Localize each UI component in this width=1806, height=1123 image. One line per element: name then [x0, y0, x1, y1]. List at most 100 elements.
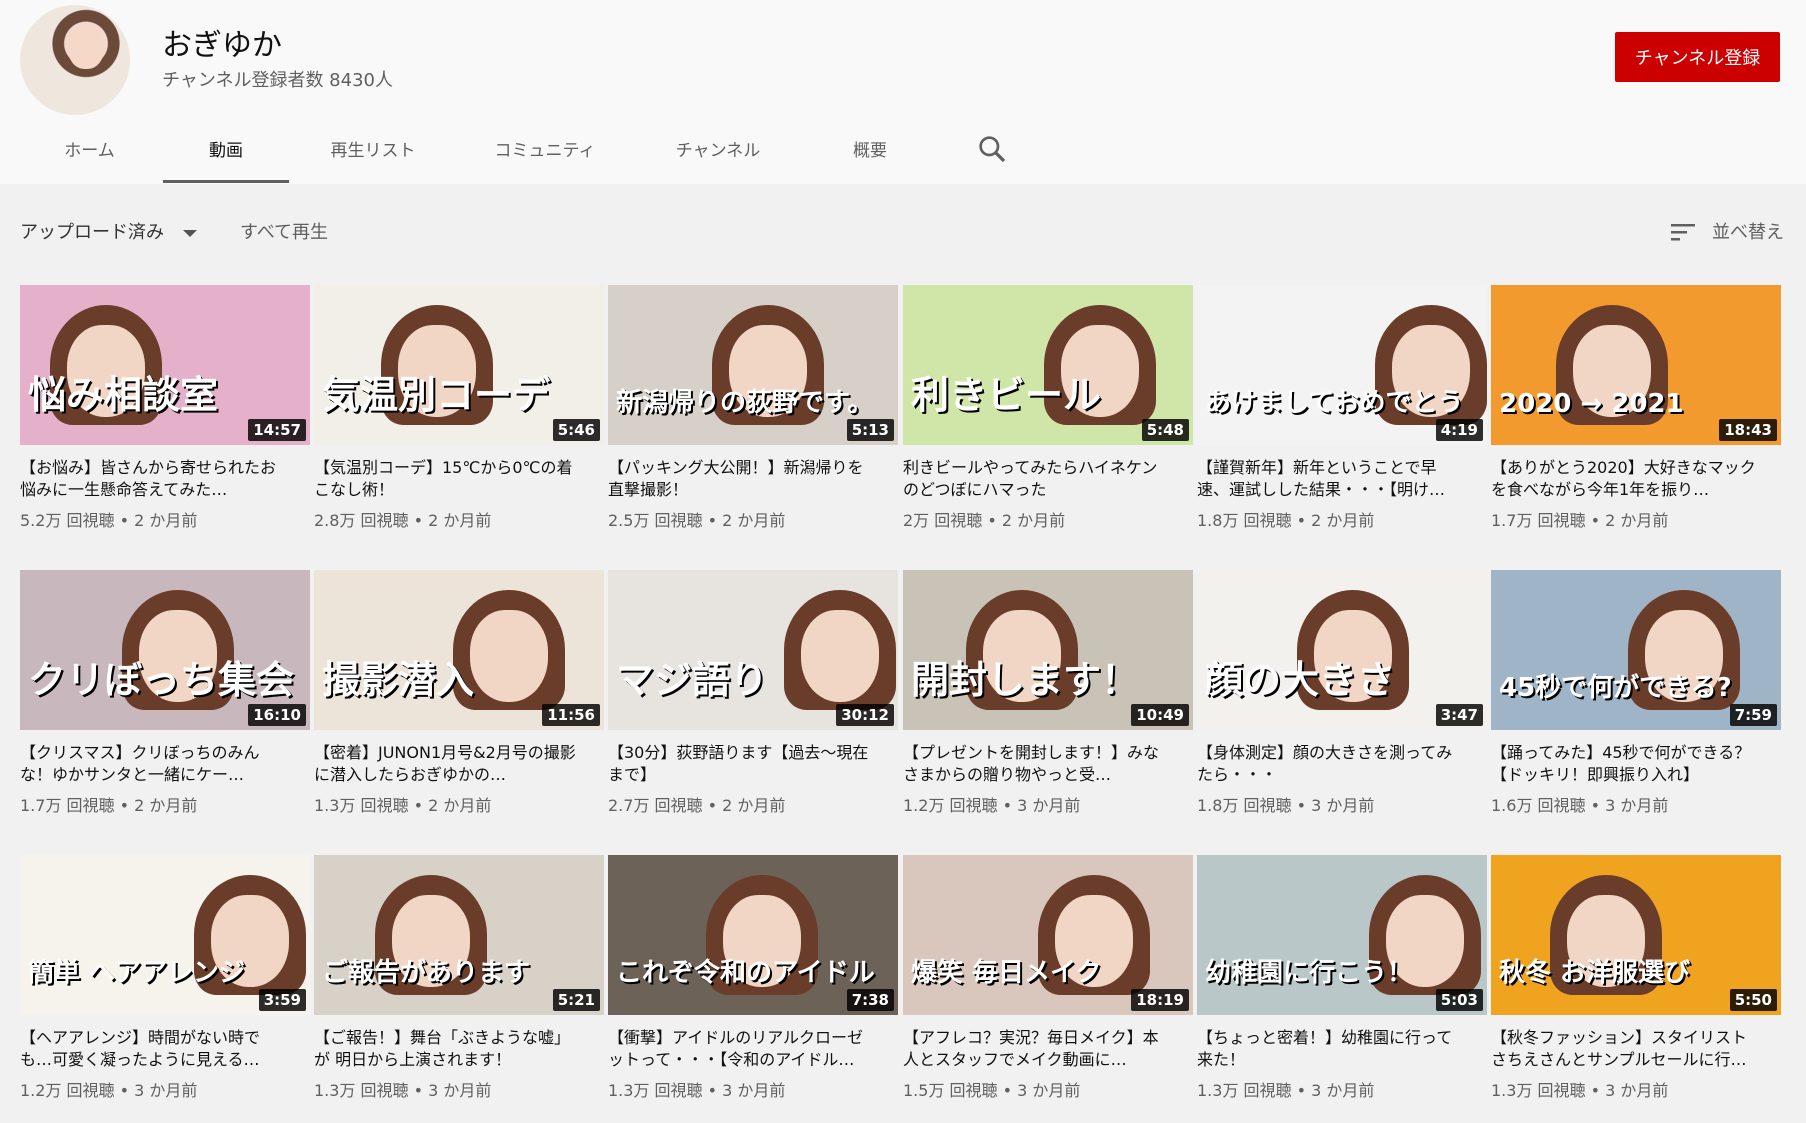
- video-thumbnail[interactable]: 簡単 ヘアアレンジ 3:59: [20, 855, 310, 1015]
- upload-age: 3 か月前: [134, 1081, 198, 1100]
- play-all-button[interactable]: すべて再生: [240, 218, 328, 244]
- video-duration: 30:12: [836, 704, 894, 726]
- view-count: 1.2万 回視聴: [20, 1081, 115, 1100]
- video-title[interactable]: 【秋冬ファッション】スタイリストさちえさんとサンプルセールに行…: [1491, 1027, 1761, 1071]
- video-duration: 10:49: [1131, 704, 1189, 726]
- video-duration: 7:38: [846, 989, 894, 1011]
- video-card[interactable]: 気温別コーデ 5:46 【気温別コーデ】15℃から0℃の着こなし術！ 2.8万 …: [314, 285, 604, 545]
- video-card[interactable]: 顔の大きさ 3:47 【身体測定】顔の大きさを測ってみたら・・・ 1.8万 回視…: [1197, 570, 1487, 830]
- video-card[interactable]: 利きビール 5:48 利きビールやってみたらハイネケンのどつぼにハマった 2万 …: [903, 285, 1193, 545]
- tab-videos[interactable]: 動画: [163, 125, 289, 183]
- video-card[interactable]: 悩み相談室 14:57 【お悩み】皆さんから寄せられたお悩みに一生懸命答えてみた…: [20, 285, 310, 545]
- video-duration: 14:57: [248, 419, 306, 441]
- video-card[interactable]: これぞ令和のアイドル 7:38 【衝撃】アイドルのリアルクローゼットって・・・【…: [608, 855, 898, 1115]
- video-thumbnail[interactable]: 開封します！ 10:49: [903, 570, 1193, 730]
- uploaded-filter[interactable]: アップロード済み: [20, 218, 164, 244]
- video-title[interactable]: 【パッキング大公開！】新潟帰りを直撃撮影！: [608, 457, 878, 501]
- view-count: 1.7万 回視聴: [20, 796, 115, 815]
- video-meta: 1.3万 回視聴 • 2 か月前: [314, 796, 492, 815]
- video-thumbnail[interactable]: 悩み相談室 14:57: [20, 285, 310, 445]
- sort-button[interactable]: 並べ替え: [1712, 218, 1784, 244]
- video-title[interactable]: 【衝撃】アイドルのリアルクローゼットって・・・【令和のアイドル…: [608, 1027, 878, 1071]
- video-card[interactable]: 爆笑 毎日メイク 18:19 【アフレコ？実況？毎日メイク】本人とスタッフでメイ…: [903, 855, 1193, 1115]
- video-duration: 5:48: [1141, 419, 1189, 441]
- video-thumbnail[interactable]: 45秒で何ができる? 7:59: [1491, 570, 1781, 730]
- sort-icon[interactable]: [1671, 222, 1697, 242]
- video-thumbnail[interactable]: 顔の大きさ 3:47: [1197, 570, 1487, 730]
- view-count: 2.5万 回視聴: [608, 511, 703, 530]
- video-title[interactable]: 【ご報告！】舞台「ぶきような嘘」が 明日から上演されます！: [314, 1027, 584, 1071]
- video-meta: 1.8万 回視聴 • 2 か月前: [1197, 511, 1375, 530]
- video-meta: 1.2万 回視聴 • 3 か月前: [20, 1081, 198, 1100]
- channel-avatar[interactable]: [20, 5, 130, 115]
- thumbnail-caption: 撮影潜入: [322, 658, 475, 702]
- video-card[interactable]: 開封します！ 10:49 【プレゼントを開封します！】みなさまからの贈り物やっと…: [903, 570, 1193, 830]
- upload-age: 3 か月前: [1311, 1081, 1375, 1100]
- video-duration: 3:59: [258, 989, 306, 1011]
- tab-about[interactable]: 概要: [842, 125, 898, 183]
- video-thumbnail[interactable]: 爆笑 毎日メイク 18:19: [903, 855, 1193, 1015]
- video-duration: 5:46: [552, 419, 600, 441]
- video-thumbnail[interactable]: あけましておめでとう 4:19: [1197, 285, 1487, 445]
- thumbnail-caption: 気温別コーデ: [322, 373, 551, 417]
- thumbnail-caption: 秋冬 お洋服選び: [1499, 958, 1691, 988]
- video-card[interactable]: 秋冬 お洋服選び 5:50 【秋冬ファッション】スタイリストさちえさんとサンプル…: [1491, 855, 1781, 1115]
- video-title[interactable]: 利きビールやってみたらハイネケンのどつぼにハマった: [903, 457, 1173, 501]
- video-thumbnail[interactable]: クリぼっち集会 16:10: [20, 570, 310, 730]
- video-thumbnail[interactable]: ご報告があります 5:21: [314, 855, 604, 1015]
- video-meta: 2.5万 回視聴 • 2 か月前: [608, 511, 786, 530]
- video-title[interactable]: 【謹賀新年】新年ということで早速、運試しした結果・・・【明け…: [1197, 457, 1467, 501]
- thumbnail-caption: 簡単 ヘアアレンジ: [28, 958, 246, 988]
- video-thumbnail[interactable]: これぞ令和のアイドル 7:38: [608, 855, 898, 1015]
- video-card[interactable]: 新潟帰りの荻野です。 5:13 【パッキング大公開！】新潟帰りを直撃撮影！ 2.…: [608, 285, 898, 545]
- tab-community[interactable]: コミュニティ: [493, 125, 597, 183]
- tab-channels[interactable]: チャンネル: [669, 125, 767, 183]
- subscribe-button[interactable]: チャンネル登録: [1615, 32, 1780, 82]
- thumbnail-caption: これぞ令和のアイドル: [616, 958, 875, 988]
- video-duration: 11:56: [542, 704, 600, 726]
- video-thumbnail[interactable]: 秋冬 お洋服選び 5:50: [1491, 855, 1781, 1015]
- video-title[interactable]: 【密着】JUNON1月号&2月号の撮影に潜入したらおぎゆかの…: [314, 742, 584, 786]
- upload-age: 2 か月前: [722, 511, 786, 530]
- video-title[interactable]: 【クリスマス】クリぼっちのみんな！ゆかサンタと一緒にケー…: [20, 742, 290, 786]
- video-card[interactable]: ご報告があります 5:21 【ご報告！】舞台「ぶきような嘘」が 明日から上演され…: [314, 855, 604, 1115]
- video-thumbnail[interactable]: マジ語り 30:12: [608, 570, 898, 730]
- video-card[interactable]: 45秒で何ができる? 7:59 【踊ってみた】45秒で何ができる？【ドッキリ！即…: [1491, 570, 1781, 830]
- view-count: 2.7万 回視聴: [608, 796, 703, 815]
- video-thumbnail[interactable]: 新潟帰りの荻野です。 5:13: [608, 285, 898, 445]
- thumbnail-caption: クリぼっち集会: [28, 658, 295, 702]
- video-title[interactable]: 【ちょっと密着！】幼稚園に行って来た！: [1197, 1027, 1467, 1071]
- video-title[interactable]: 【踊ってみた】45秒で何ができる？【ドッキリ！即興振り入れ】: [1491, 742, 1761, 786]
- video-title[interactable]: 【身体測定】顔の大きさを測ってみたら・・・: [1197, 742, 1467, 786]
- video-card[interactable]: 幼稚園に行こう！ 5:03 【ちょっと密着！】幼稚園に行って来た！ 1.3万 回…: [1197, 855, 1487, 1115]
- video-title[interactable]: 【アフレコ？実況？毎日メイク】本人とスタッフでメイク動画に…: [903, 1027, 1173, 1071]
- video-thumbnail[interactable]: 気温別コーデ 5:46: [314, 285, 604, 445]
- video-card[interactable]: あけましておめでとう 4:19 【謹賀新年】新年ということで早速、運試しした結果…: [1197, 285, 1487, 545]
- video-thumbnail[interactable]: 2020 → 2021 18:43: [1491, 285, 1781, 445]
- tab-home[interactable]: ホーム: [52, 125, 127, 183]
- video-title[interactable]: 【プレゼントを開封します！】みなさまからの贈り物やっと受…: [903, 742, 1173, 786]
- video-title[interactable]: 【お悩み】皆さんから寄せられたお悩みに一生懸命答えてみた…: [20, 457, 290, 501]
- upload-age: 2 か月前: [722, 796, 786, 815]
- video-card[interactable]: 撮影潜入 11:56 【密着】JUNON1月号&2月号の撮影に潜入したらおぎゆか…: [314, 570, 604, 830]
- video-thumbnail[interactable]: 利きビール 5:48: [903, 285, 1193, 445]
- video-title[interactable]: 【気温別コーデ】15℃から0℃の着こなし術！: [314, 457, 584, 501]
- upload-age: 3 か月前: [722, 1081, 786, 1100]
- tab-playlists[interactable]: 再生リスト: [322, 125, 424, 183]
- video-card[interactable]: 2020 → 2021 18:43 【ありがとう2020】大好きなマックを食べな…: [1491, 285, 1781, 545]
- video-meta: 1.7万 回視聴 • 2 か月前: [20, 796, 198, 815]
- video-card[interactable]: クリぼっち集会 16:10 【クリスマス】クリぼっちのみんな！ゆかサンタと一緒に…: [20, 570, 310, 830]
- view-count: 1.3万 回視聴: [314, 1081, 409, 1100]
- video-card[interactable]: マジ語り 30:12 【30分】荻野語ります【過去〜現在まで】 2.7万 回視聴…: [608, 570, 898, 830]
- video-meta: 2.7万 回視聴 • 2 か月前: [608, 796, 786, 815]
- video-title[interactable]: 【30分】荻野語ります【過去〜現在まで】: [608, 742, 878, 786]
- video-thumbnail[interactable]: 幼稚園に行こう！ 5:03: [1197, 855, 1487, 1015]
- video-thumbnail[interactable]: 撮影潜入 11:56: [314, 570, 604, 730]
- caret-down-icon[interactable]: [183, 230, 197, 237]
- video-title[interactable]: 【ありがとう2020】大好きなマックを食べながら今年1年を振り…: [1491, 457, 1761, 501]
- video-card[interactable]: 簡単 ヘアアレンジ 3:59 【ヘアアレンジ】時間がない時でも…可愛く凝ったよう…: [20, 855, 310, 1115]
- search-icon[interactable]: [976, 133, 1008, 165]
- video-title[interactable]: 【ヘアアレンジ】時間がない時でも…可愛く凝ったように見える…: [20, 1027, 290, 1071]
- thumbnail-caption: 爆笑 毎日メイク: [911, 958, 1102, 988]
- upload-age: 2 か月前: [134, 511, 198, 530]
